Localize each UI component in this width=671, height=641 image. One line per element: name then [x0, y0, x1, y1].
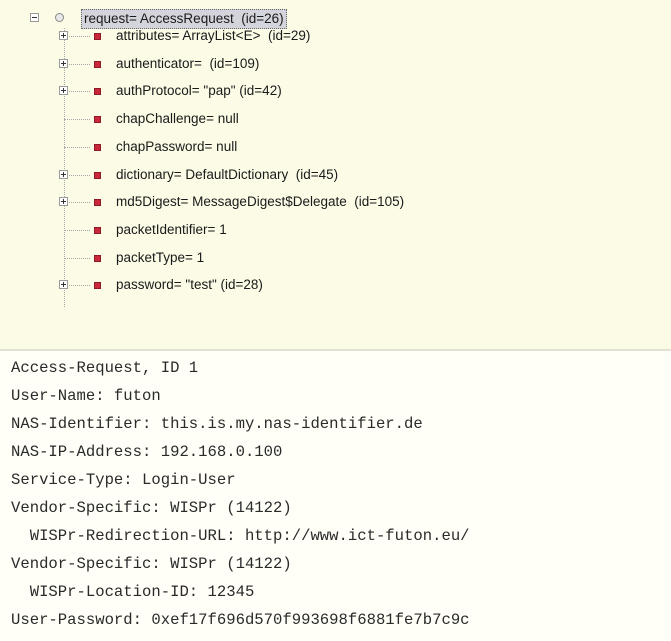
- tree-node-label[interactable]: packetType= 1: [116, 247, 204, 269]
- field-icon: [94, 144, 101, 151]
- tree-node[interactable]: packetIdentifier= 1: [0, 219, 600, 241]
- field-icon: [94, 282, 101, 289]
- tree-node[interactable]: md5Digest= MessageDigest$Delegate (id=10…: [0, 191, 600, 213]
- collapse-icon[interactable]: [30, 13, 39, 22]
- console-line: Service-Type: Login-User: [11, 471, 236, 489]
- console-line: NAS-Identifier: this.is.my.nas-identifie…: [11, 415, 423, 433]
- tree-node[interactable]: authenticator= (id=109): [0, 53, 600, 75]
- field-icon: [94, 33, 101, 40]
- tree-node-label[interactable]: dictionary= DefaultDictionary (id=45): [116, 164, 338, 186]
- console-line: NAS-IP-Address: 192.168.0.100: [11, 443, 283, 461]
- tree-branch-line: [64, 230, 90, 231]
- field-icon: [94, 199, 101, 206]
- console-output: Access-Request, ID 1 User-Name: futon NAS-…: [0, 351, 671, 641]
- tree-node[interactable]: attributes= ArrayList<E> (id=29): [0, 25, 600, 47]
- tree-node-label[interactable]: authProtocol= "pap" (id=42): [116, 80, 282, 102]
- tree-node[interactable]: authProtocol= "pap" (id=42): [0, 80, 600, 102]
- variables-tree: request= AccessRequest (id=26) attribute…: [0, 0, 671, 349]
- expand-icon[interactable]: [59, 31, 68, 40]
- expand-icon[interactable]: [59, 86, 68, 95]
- tree-node-label[interactable]: attributes= ArrayList<E> (id=29): [116, 25, 310, 47]
- field-icon: [94, 61, 101, 68]
- console-line: Vendor-Specific: WISPr (14122): [11, 499, 292, 517]
- expand-icon[interactable]: [59, 280, 68, 289]
- tree-branch-line: [64, 147, 90, 148]
- field-icon: [94, 88, 101, 95]
- expand-icon[interactable]: [59, 170, 68, 179]
- tree-branch-line: [64, 258, 90, 259]
- tree-node[interactable]: password= "test" (id=28): [0, 274, 600, 296]
- console-line: WISPr-Redirection-URL: http://www.ict-fu…: [11, 527, 470, 545]
- tree-node-label[interactable]: chapPassword= null: [116, 136, 237, 158]
- tree-node-label[interactable]: chapChallenge= null: [116, 108, 239, 130]
- field-icon: [94, 172, 101, 179]
- tree-node[interactable]: packetType= 1: [0, 247, 600, 269]
- field-icon: [94, 255, 101, 262]
- field-icon: [94, 227, 101, 234]
- field-icon: [94, 116, 101, 123]
- tree-node[interactable]: chapPassword= null: [0, 136, 600, 158]
- console-line: User-Name: futon: [11, 387, 161, 405]
- console-line: Vendor-Specific: WISPr (14122): [11, 555, 292, 573]
- tree-branch-line: [64, 119, 90, 120]
- tree-node-label[interactable]: authenticator= (id=109): [116, 53, 259, 75]
- tree-node-label[interactable]: packetIdentifier= 1: [116, 219, 227, 241]
- expand-icon[interactable]: [59, 59, 68, 68]
- console-line: User-Password: 0xef17f696d570f993698f688…: [11, 611, 470, 629]
- tree-node[interactable]: chapChallenge= null: [0, 108, 600, 130]
- tree-node-label[interactable]: password= "test" (id=28): [116, 274, 263, 296]
- object-icon: [55, 13, 64, 22]
- console-line: WISPr-Location-ID: 12345: [11, 583, 255, 601]
- expand-icon[interactable]: [59, 197, 68, 206]
- tree-node[interactable]: dictionary= DefaultDictionary (id=45): [0, 164, 600, 186]
- tree-node-label[interactable]: md5Digest= MessageDigest$Delegate (id=10…: [116, 191, 404, 213]
- console-line: Access-Request, ID 1: [11, 359, 199, 377]
